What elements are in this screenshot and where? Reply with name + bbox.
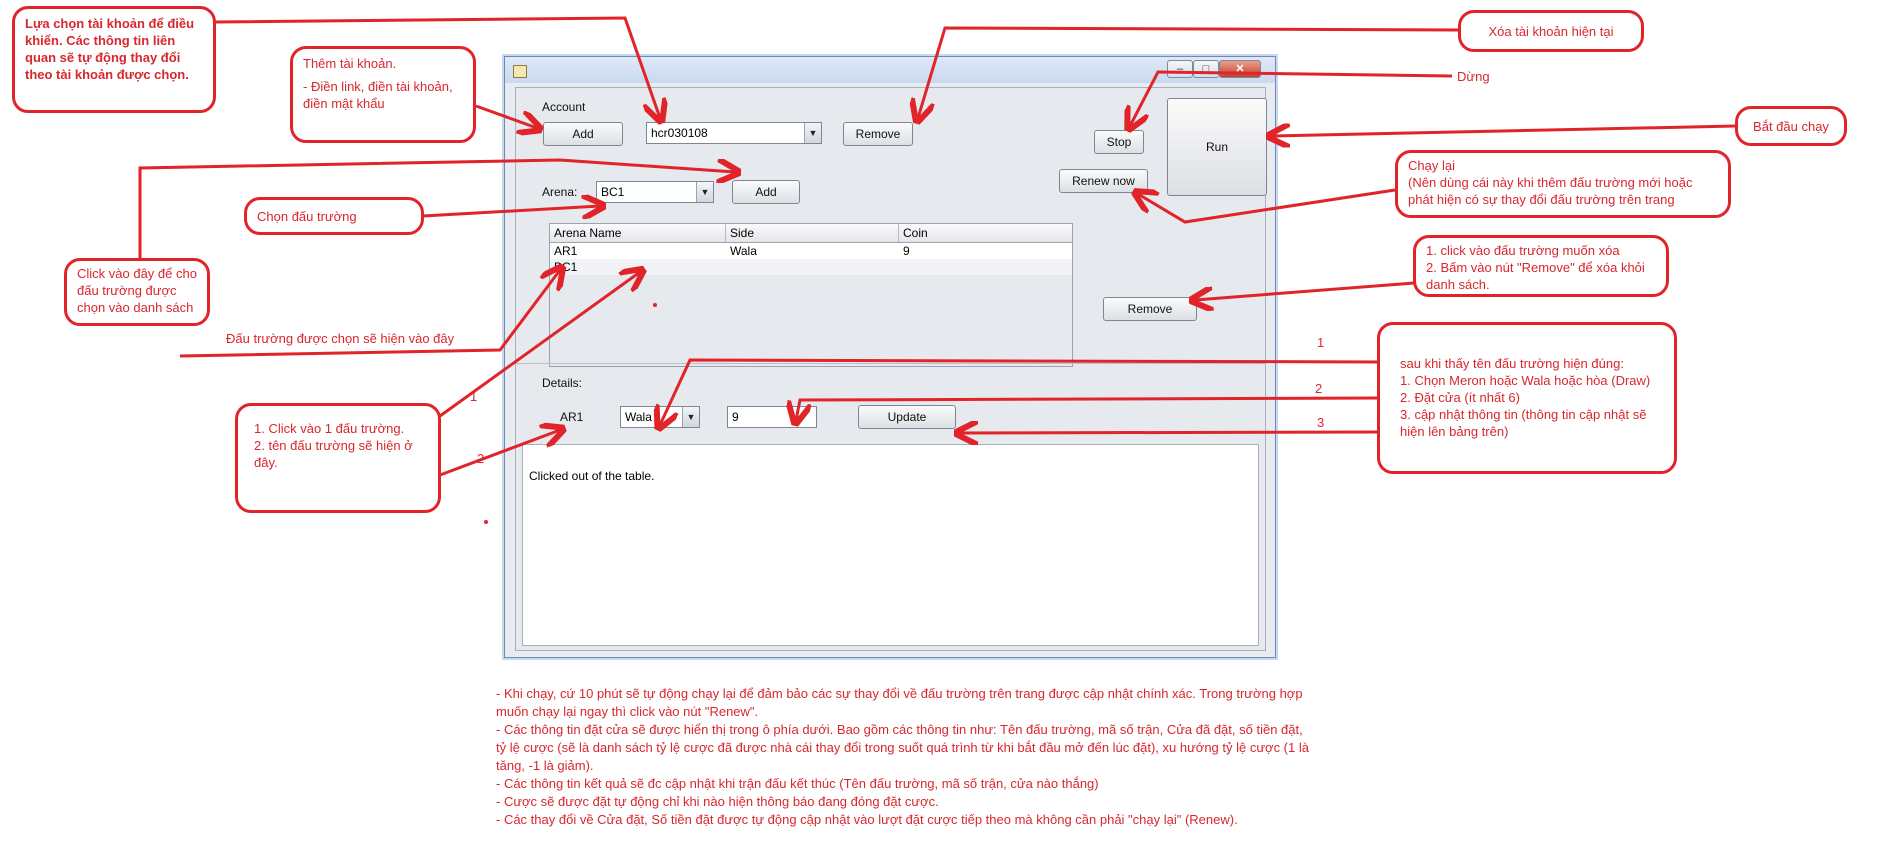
note-click-add-arena: Click vào đây để cho đấu trường được chọ… — [64, 258, 210, 326]
note-after-see-step3: 3. cập nhật thông tin (thông tin cập nhậ… — [1400, 407, 1647, 439]
note-remove-arena-step1: 1. click vào đấu trường muốn xóa — [1426, 243, 1620, 258]
note-renew-body: (Nên dùng cái này khi thêm đấu trường mớ… — [1408, 175, 1693, 207]
note-after-see-step1: 1. Chọn Meron hoặc Wala hoặc hòa (Draw) — [1400, 373, 1651, 388]
bottom-note: - Cược sẽ được đặt tự động chỉ khi nào h… — [496, 794, 939, 809]
note-remove-arena: 1. click vào đấu trường muốn xóa 2. Bấm … — [1413, 235, 1669, 297]
note-choose-arena: Chọn đấu trường — [244, 197, 424, 235]
bottom-note: - Khi chạy, cứ 10 phút sẽ tự động chạy l… — [496, 686, 1303, 719]
bottom-note: - Các thông tin kết quả sẽ đc cập nhật k… — [496, 776, 1099, 791]
step-number: 3 — [1317, 415, 1325, 430]
note-renew: Chạy lại (Nên dùng cái này khi thêm đấu … — [1395, 150, 1731, 218]
step-number: 2 — [477, 451, 485, 466]
note-after-see-step2: 2. Đặt cửa (ít nhất 6) — [1400, 390, 1520, 405]
note-start: Bắt đầu chạy — [1735, 106, 1847, 146]
bottom-notes: - Khi chạy, cứ 10 phút sẽ tự động chạy l… — [496, 685, 1316, 829]
note-add-account-body: - Điền link, điền tài khoản, điền mật kh… — [303, 79, 453, 111]
step-number: 1 — [470, 389, 478, 404]
note-remove-account: Xóa tài khoản hiện tại — [1458, 10, 1644, 52]
bottom-note: - Các thay đổi về Cửa đặt, Số tiền đặt đ… — [496, 812, 1238, 827]
note-arena-shown: Đấu trường được chọn sẽ hiện vào đây — [226, 331, 455, 346]
note-after-see-title: sau khi thấy tên đấu trường hiện đúng: — [1400, 356, 1624, 371]
note-choose-account: Lựa chọn tài khoản để điều khiển. Các th… — [12, 6, 216, 113]
note-remove-arena-step2: 2. Bấm vào nút "Remove" để xóa khỏi danh… — [1426, 260, 1645, 292]
bottom-note: - Các thông tin đặt cửa sẽ được hiển thị… — [496, 722, 1309, 773]
note-details-step2: 2. tên đấu trường sẽ hiện ở đây. — [254, 438, 413, 470]
note-details-step1: 1. Click vào 1 đấu trường. — [254, 421, 405, 436]
note-details-steps: 1. Click vào 1 đấu trường. 2. tên đấu tr… — [235, 403, 441, 513]
note-stop: Dừng — [1457, 69, 1490, 84]
note-after-see: sau khi thấy tên đấu trường hiện đúng: 1… — [1377, 322, 1677, 474]
step-number: 1 — [1317, 335, 1325, 350]
note-add-account: Thêm tài khoản. - Điền link, điền tài kh… — [290, 46, 476, 143]
note-renew-title: Chạy lại — [1408, 158, 1455, 173]
note-add-account-title: Thêm tài khoản. — [303, 56, 397, 71]
step-number: 2 — [1315, 381, 1323, 396]
